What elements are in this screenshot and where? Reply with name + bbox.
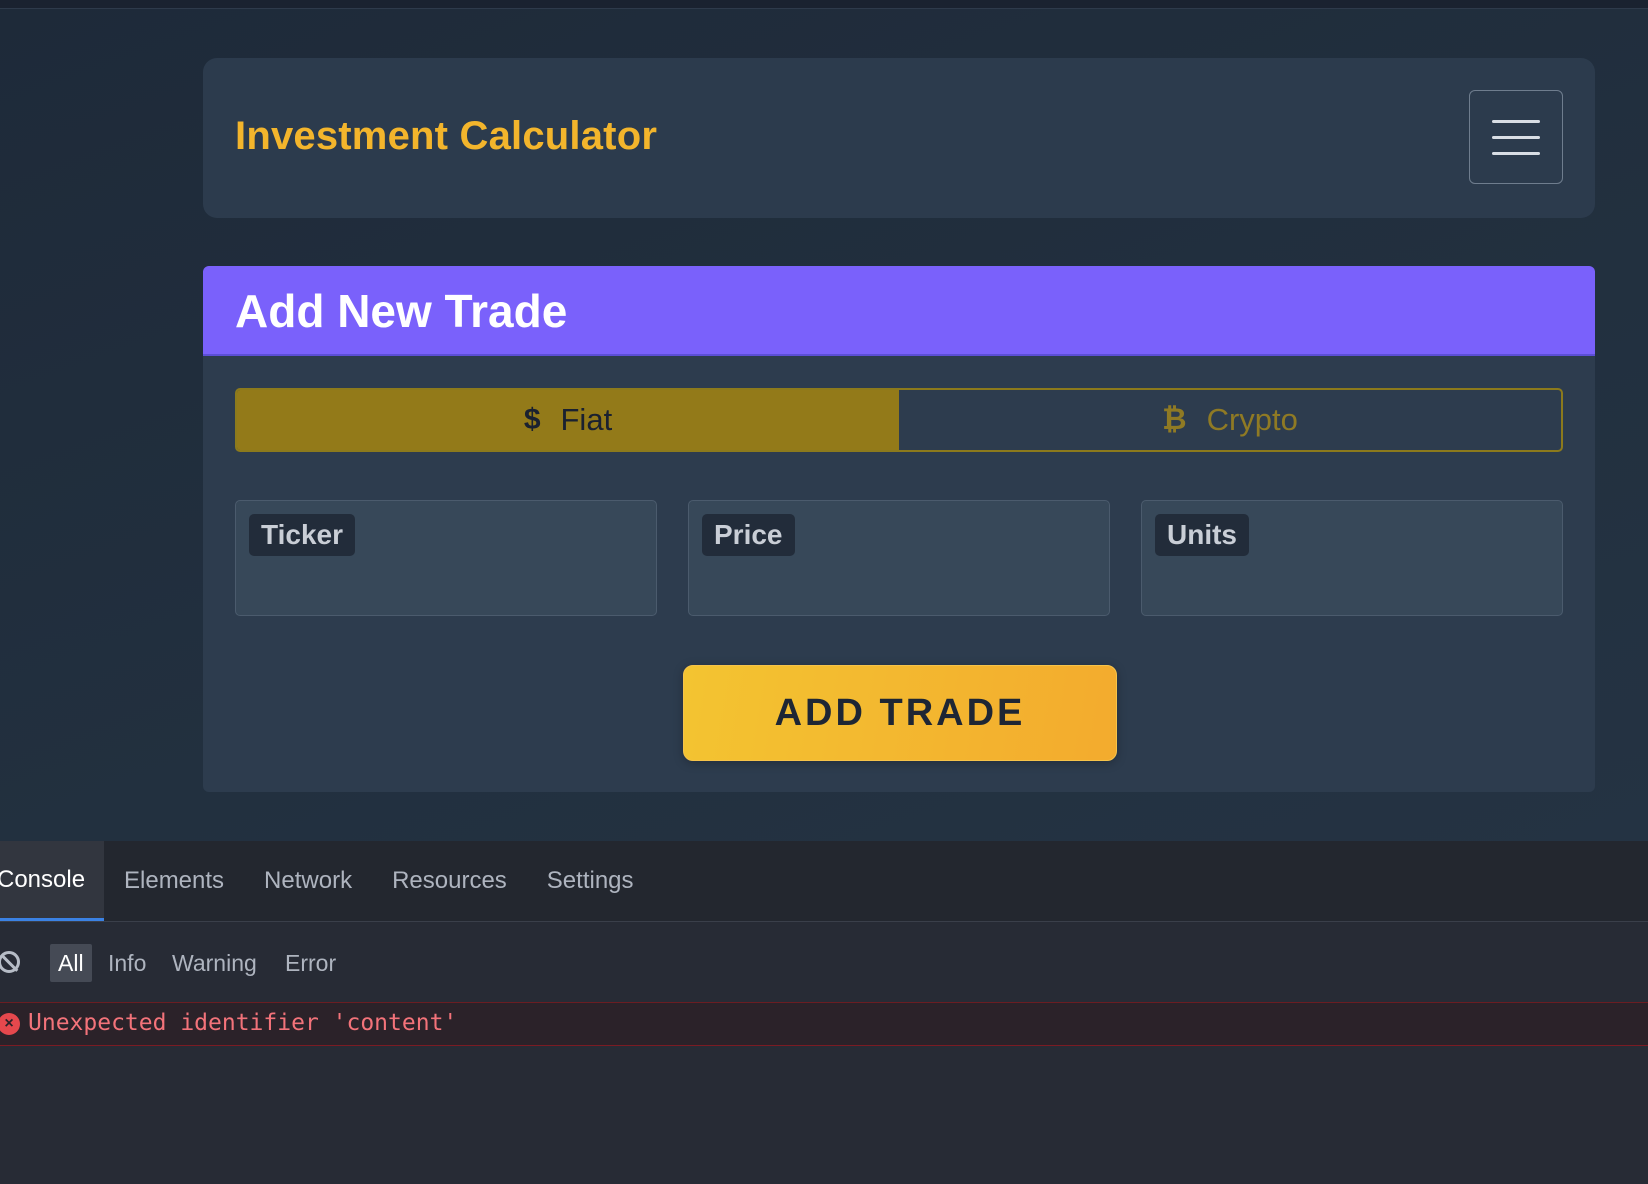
price-label: Price [702, 514, 795, 556]
fiat-label: Fiat [560, 402, 613, 437]
console-error-row: × Unexpected identifier 'content' [0, 1003, 1648, 1046]
console-filter-bar: All Info Warning Error [0, 922, 1648, 1003]
price-field[interactable]: Price [688, 500, 1110, 616]
top-strip [0, 0, 1648, 9]
units-field[interactable]: Units [1141, 500, 1563, 616]
crypto-label: Crypto [1206, 402, 1298, 437]
card-title: Add New Trade [235, 285, 568, 337]
hamburger-menu-icon [1492, 119, 1540, 123]
tab-settings[interactable]: Settings [527, 841, 654, 921]
hamburger-menu-icon [1492, 135, 1540, 139]
crypto-toggle-button[interactable]: ₿ Crypto [899, 390, 1561, 450]
units-label: Units [1155, 514, 1249, 556]
navbar: Investment Calculator [203, 58, 1595, 218]
add-trade-button[interactable]: ADD TRADE [683, 665, 1117, 761]
ticker-field[interactable]: Ticker [235, 500, 657, 616]
error-message: Unexpected identifier 'content' [28, 1010, 458, 1036]
tab-console[interactable]: Console [0, 841, 104, 921]
filter-warning[interactable]: Warning [172, 944, 257, 982]
clear-console-icon[interactable] [0, 951, 20, 973]
error-icon: × [0, 1013, 20, 1035]
brand-title[interactable]: Investment Calculator [235, 116, 657, 156]
tab-elements[interactable]: Elements [104, 841, 244, 921]
tab-network[interactable]: Network [244, 841, 372, 921]
hamburger-menu-icon [1492, 151, 1540, 155]
devtools-panel: Console Elements Network Resources Setti… [0, 841, 1648, 1184]
filter-error[interactable]: Error [285, 944, 336, 982]
filter-all[interactable]: All [50, 944, 92, 982]
card-header: Add New Trade [203, 266, 1595, 356]
devtools-tabs: Console Elements Network Resources Setti… [0, 841, 1648, 922]
app-viewport: Investment Calculator Add New Trade $ Fi… [0, 0, 1648, 841]
ticker-label: Ticker [249, 514, 355, 556]
dollar-icon: $ [523, 403, 541, 436]
fiat-toggle-button[interactable]: $ Fiat [237, 390, 899, 450]
tab-resources[interactable]: Resources [372, 841, 527, 921]
filter-info[interactable]: Info [108, 944, 146, 982]
add-trade-card: Add New Trade $ Fiat ₿ Crypto Ticker Pri… [203, 266, 1595, 792]
asset-type-toggle: $ Fiat ₿ Crypto [235, 388, 1563, 452]
trade-fields: Ticker Price Units [235, 500, 1563, 616]
hamburger-menu-button[interactable] [1469, 90, 1563, 184]
bitcoin-icon: ₿ [1162, 403, 1187, 436]
